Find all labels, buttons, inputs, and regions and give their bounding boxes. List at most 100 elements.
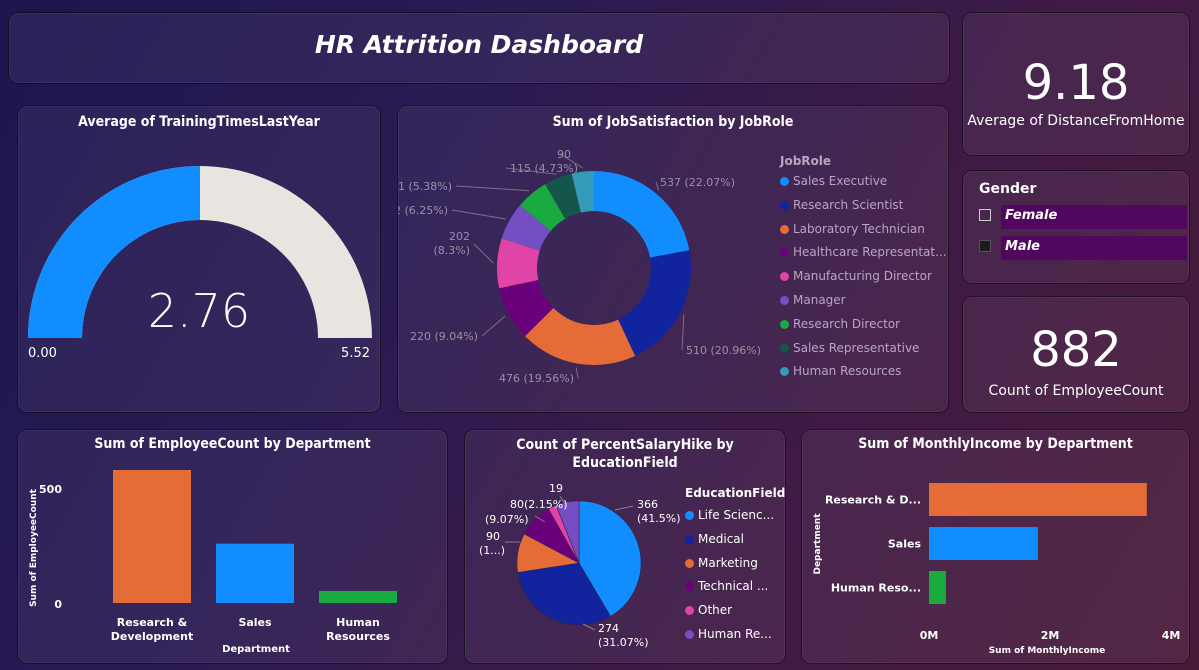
gauge-chart [28, 166, 372, 338]
legend-title: EducationField [685, 486, 786, 500]
legend-dot-icon [780, 272, 789, 282]
leader-line [681, 314, 685, 351]
gauge-value: 2.76 [147, 284, 251, 338]
gender-slicer[interactable]: Gender Female Male [962, 170, 1190, 284]
kpi-value: 882 [1030, 322, 1122, 378]
slicer-title: Gender [979, 181, 1037, 197]
educationfield-pie-card[interactable]: Count of PercentSalaryHike by EducationF… [464, 429, 786, 664]
leader-line [582, 623, 596, 631]
legend-dot-icon [780, 296, 789, 305]
legend-label: Life Scienc... [698, 508, 775, 522]
legend-label: Healthcare Representat... [793, 245, 947, 260]
tick-label: Sales [888, 538, 922, 551]
leader-line [451, 209, 506, 220]
legend-label: Manufacturing Director [793, 269, 932, 284]
legend-label: Laboratory Technician [793, 221, 925, 236]
legend-dot-icon [685, 511, 694, 520]
legend-label: Sales Executive [793, 174, 888, 188]
data-label: 366 [637, 498, 658, 511]
gauge-min-label: 0.00 [28, 346, 57, 361]
bar[interactable] [929, 483, 1147, 516]
bar[interactable] [319, 590, 397, 603]
legend-item[interactable]: Research Director [780, 317, 900, 331]
data-label: 220 (9.04%) [410, 330, 478, 343]
department-bar-card[interactable]: Sum of EmployeeCount by Department Resea… [17, 429, 448, 664]
slicer-option-label: Female [1001, 205, 1187, 229]
legend-item[interactable]: Medical [685, 532, 744, 546]
legend-label: Human Re... [698, 627, 772, 641]
income-bar-card[interactable]: Sum of MonthlyIncome by Department Resea… [801, 429, 1190, 664]
legend-item[interactable]: Sales Representative [780, 341, 919, 355]
leader-line [481, 315, 506, 337]
y-tick-label: 0 [54, 598, 62, 611]
data-label: 152 (6.25%) [398, 204, 448, 217]
data-label: (8.3%) [433, 244, 470, 257]
bar[interactable] [929, 527, 1038, 560]
legend-dot-icon [780, 248, 789, 258]
leader-line [455, 185, 530, 192]
data-label: 476 (19.56%) [499, 372, 574, 385]
legend-dot-icon [780, 200, 789, 210]
gauge-card[interactable]: Average of TrainingTimesLastYear 2.76 0.… [17, 105, 381, 413]
data-label: 510 (20.96%) [686, 344, 761, 357]
y-axis-label: Sum of EmployeeCount [29, 488, 39, 607]
data-label: 90 [486, 530, 500, 543]
jobrole-donut-card[interactable]: Sum of JobSatisfaction by JobRole 537 (2… [397, 105, 949, 413]
data-label: 537 (22.07%) [660, 176, 735, 189]
leader-line [473, 243, 494, 264]
legend-dot-icon [685, 534, 694, 544]
legend-item[interactable]: Healthcare Representat... [780, 245, 947, 259]
page-title: HR Attrition Dashboard [314, 30, 644, 59]
x-axis-label: Sum of MonthlyIncome [989, 646, 1106, 656]
leader-line [614, 505, 634, 511]
department-bar-chart: Research &Development Sales HumanResources… [29, 470, 397, 655]
tick-label: Resources [326, 630, 390, 643]
data-label: 115 (4.73%) [510, 162, 578, 175]
legend-item[interactable]: Other [685, 603, 732, 617]
data-label: 80(2.15%) [510, 498, 568, 511]
legend-dot-icon [685, 582, 694, 592]
kpi-card-count[interactable]: 882 Count of EmployeeCount [962, 296, 1190, 413]
tick-label: Research & D... [825, 494, 921, 507]
kpi-card-distance[interactable]: 9.18 Average of DistanceFromHome [962, 12, 1190, 156]
checkbox-icon[interactable] [979, 240, 991, 252]
legend-item[interactable]: Marketing [685, 556, 758, 570]
tick-label: Research & [117, 616, 188, 629]
income-bar-chart: Research & D... Sales Human Reso... 0M 2M 4M S… [813, 483, 1181, 656]
x-tick-label: 4M [1162, 629, 1181, 642]
legend-item[interactable]: Manager [780, 293, 846, 307]
legend-dot-icon [685, 606, 694, 616]
x-tick-label: 0M [920, 629, 939, 642]
legend-item[interactable]: Laboratory Technician [780, 222, 925, 236]
legend-item[interactable]: Life Scienc... [685, 508, 774, 522]
bar[interactable] [929, 571, 946, 604]
legend-label: Medical [698, 531, 744, 546]
donut-slice[interactable] [618, 250, 691, 356]
legend-label: Technical ... [698, 579, 769, 594]
legend-item[interactable]: Sales Executive [780, 174, 887, 188]
legend-label: Manager [793, 293, 846, 307]
kpi-label: Average of DistanceFromHome [967, 113, 1185, 129]
legend-item[interactable]: Technical ... [685, 579, 768, 593]
educationfield-legend: Life Scienc... Medical Marketing Technical … [685, 508, 785, 648]
leader-line [655, 181, 660, 191]
legend-item[interactable]: Manufacturing Director [780, 269, 932, 283]
legend-label: Research Director [793, 316, 901, 331]
legend-item[interactable]: Human Resources [780, 364, 901, 378]
data-label: (41.5%) [637, 512, 681, 525]
x-tick-label: 2M [1041, 629, 1060, 642]
legend-item[interactable]: Human Re... [685, 627, 772, 641]
slicer-option-female[interactable]: Female [979, 205, 1189, 229]
checkbox-icon[interactable] [979, 209, 991, 221]
bar[interactable] [216, 543, 294, 603]
legend-item[interactable]: Research Scientist [780, 198, 903, 212]
legend-dot-icon [780, 177, 789, 186]
y-tick-label: 500 [39, 483, 62, 496]
data-label: 90 [557, 148, 571, 161]
slicer-option-male[interactable]: Male [979, 236, 1189, 260]
legend-dot-icon [780, 343, 789, 353]
kpi-value: 9.18 [1022, 55, 1130, 111]
bar[interactable] [113, 470, 191, 603]
kpi-label: Count of EmployeeCount [988, 383, 1164, 399]
tick-label: Sales [238, 616, 272, 629]
